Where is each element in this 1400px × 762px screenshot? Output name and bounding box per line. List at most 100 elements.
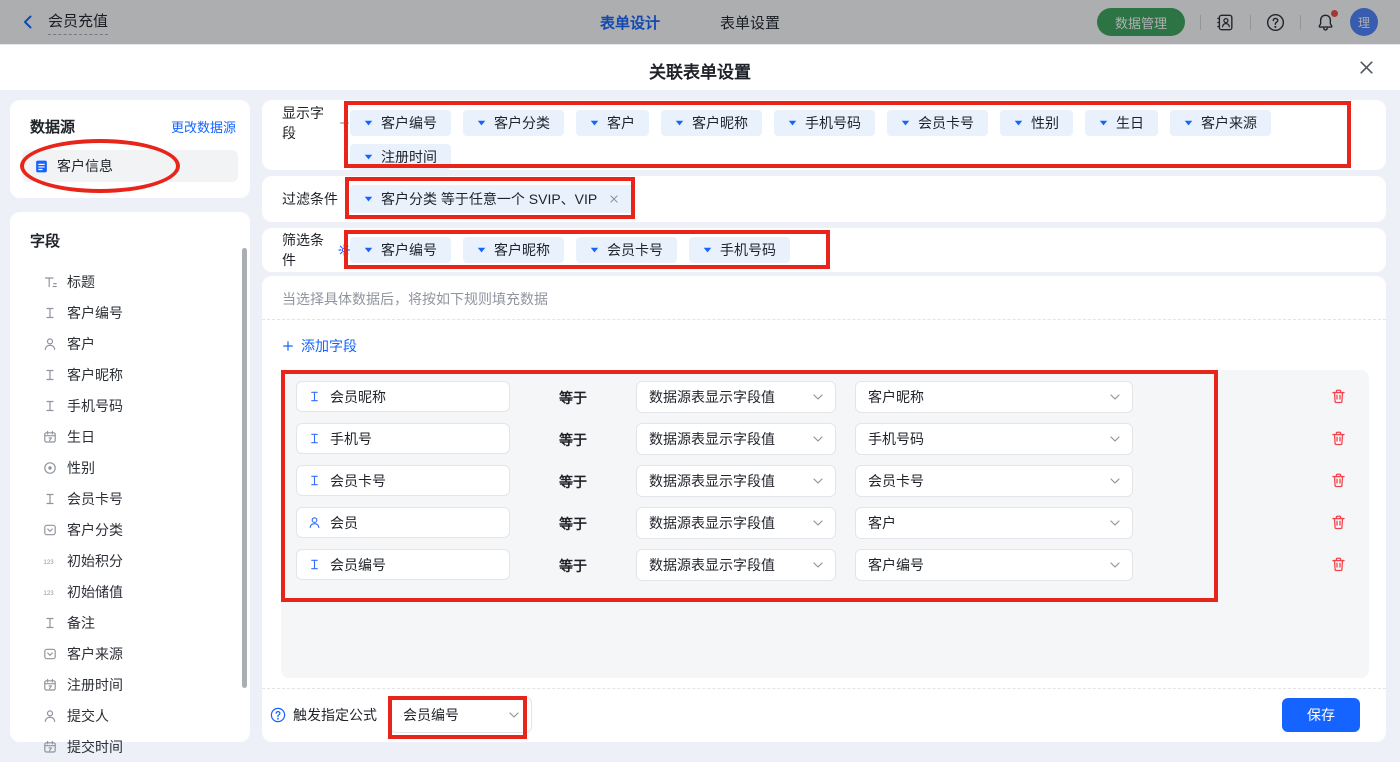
- screening-field-tag[interactable]: 手机号码: [689, 237, 790, 263]
- rule-target-value: 客户: [868, 513, 896, 533]
- trash-icon[interactable]: [1330, 514, 1347, 531]
- tag-label: 客户编号: [381, 240, 437, 260]
- title-icon: [43, 275, 57, 289]
- rule-target-select[interactable]: 客户: [855, 507, 1133, 539]
- display-field-tag[interactable]: 手机号码: [774, 110, 875, 136]
- rule-field-input[interactable]: 手机号: [296, 423, 510, 454]
- person-icon: [308, 516, 321, 529]
- field-list-item[interactable]: 手机号码: [10, 390, 250, 421]
- rule-field-value: 会员编号: [330, 555, 386, 575]
- close-icon[interactable]: [1358, 59, 1375, 76]
- filter-condition-tag[interactable]: 客户分类 等于任意一个 SVIP、VIP: [350, 185, 633, 213]
- tab-form-settings[interactable]: 表单设置: [720, 12, 780, 33]
- rule-target-value: 会员卡号: [868, 471, 924, 491]
- field-label: 注册时间: [67, 675, 123, 695]
- display-field-tag[interactable]: 客户: [576, 110, 649, 136]
- trigger-formula-value: 会员编号: [403, 705, 459, 725]
- rule-field-input[interactable]: 会员编号: [296, 549, 510, 580]
- add-field-link[interactable]: 添加字段: [282, 336, 357, 356]
- chevron-down-icon: [1110, 520, 1120, 526]
- remove-filter-icon[interactable]: [609, 194, 619, 204]
- chevron-down-icon: [813, 562, 823, 568]
- field-list-item[interactable]: 注册时间: [10, 669, 250, 700]
- rule-target-select[interactable]: 客户昵称: [855, 381, 1133, 413]
- rules-hint: 当选择具体数据后，将按如下规则填充数据: [282, 289, 548, 309]
- notification-button[interactable]: [1316, 13, 1335, 32]
- rule-row: 会员编号 等于 数据源表显示字段值 客户编号: [281, 549, 1369, 580]
- screening-field-tag[interactable]: 客户编号: [350, 237, 451, 263]
- rule-row: 会员 等于 数据源表显示字段值 客户: [281, 507, 1369, 538]
- formula-help-icon[interactable]: [270, 707, 286, 723]
- trash-icon[interactable]: [1330, 388, 1347, 405]
- add-display-field-icon[interactable]: [339, 117, 350, 129]
- rule-source-select[interactable]: 数据源表显示字段值: [636, 465, 836, 497]
- display-field-tag[interactable]: 客户昵称: [661, 110, 762, 136]
- field-list-item[interactable]: 123 初始积分: [10, 545, 250, 576]
- field-list-item[interactable]: 客户: [10, 328, 250, 359]
- text-icon: [43, 616, 57, 630]
- rule-field-input[interactable]: 会员卡号: [296, 465, 510, 496]
- field-list-item[interactable]: 性别: [10, 452, 250, 483]
- tag-label: 客户编号: [381, 113, 437, 133]
- rule-source-select[interactable]: 数据源表显示字段值: [636, 507, 836, 539]
- field-list-item[interactable]: 提交时间: [10, 731, 250, 762]
- field-list-item[interactable]: 会员卡号: [10, 483, 250, 514]
- chevron-down-icon: [813, 436, 823, 442]
- field-list-item[interactable]: 客户编号: [10, 297, 250, 328]
- screening-tags: 客户编号 客户昵称 会员卡号 手机号码: [350, 237, 1350, 263]
- field-list-item[interactable]: 123 初始储值: [10, 576, 250, 607]
- field-list-item[interactable]: 客户昵称: [10, 359, 250, 390]
- filter-condition-label: 过滤条件: [282, 189, 338, 209]
- display-field-tag[interactable]: 注册时间: [350, 144, 451, 170]
- display-field-tag[interactable]: 客户分类: [463, 110, 564, 136]
- select-icon: [43, 523, 57, 537]
- rule-source-select[interactable]: 数据源表显示字段值: [636, 423, 836, 455]
- trash-icon[interactable]: [1330, 556, 1347, 573]
- calendar-icon: [43, 430, 57, 444]
- tab-form-design[interactable]: 表单设计: [600, 12, 660, 33]
- svg-text:123: 123: [43, 589, 54, 596]
- rule-target-select[interactable]: 客户编号: [855, 549, 1133, 581]
- field-list-item[interactable]: 提交人: [10, 700, 250, 731]
- tag-label: 会员卡号: [918, 113, 974, 133]
- field-list-item[interactable]: 客户来源: [10, 638, 250, 669]
- rule-target-select[interactable]: 会员卡号: [855, 465, 1133, 497]
- rule-target-select[interactable]: 手机号码: [855, 423, 1133, 455]
- screening-condition-card: 筛选条件 客户编号 客户昵称 会员卡号 手机号码: [262, 228, 1386, 272]
- trash-icon[interactable]: [1330, 472, 1347, 489]
- rule-operator: 等于: [559, 472, 587, 492]
- trigger-formula-select[interactable]: 会员编号: [390, 697, 532, 733]
- display-field-tag[interactable]: 客户来源: [1170, 110, 1271, 136]
- rule-source-select[interactable]: 数据源表显示字段值: [636, 381, 836, 413]
- trash-icon[interactable]: [1330, 430, 1347, 447]
- rule-source-value: 数据源表显示字段值: [649, 555, 775, 575]
- datasource-title: 数据源: [30, 116, 75, 137]
- filter-condition-card: 过滤条件 客户分类 等于任意一个 SVIP、VIP: [262, 176, 1386, 222]
- field-list-item[interactable]: 标题: [10, 266, 250, 297]
- gear-icon[interactable]: [338, 243, 350, 257]
- rule-source-select[interactable]: 数据源表显示字段值: [636, 549, 836, 581]
- field-list-item[interactable]: 备注: [10, 607, 250, 638]
- screening-field-tag[interactable]: 客户昵称: [463, 237, 564, 263]
- datasource-item[interactable]: 客户信息: [22, 150, 238, 182]
- rule-field-input[interactable]: 会员昵称: [296, 381, 510, 412]
- display-field-tag[interactable]: 会员卡号: [887, 110, 988, 136]
- screening-field-tag[interactable]: 会员卡号: [576, 237, 677, 263]
- field-label: 生日: [67, 427, 95, 447]
- save-button[interactable]: 保存: [1282, 698, 1360, 732]
- change-datasource-link[interactable]: 更改数据源: [171, 117, 236, 136]
- fields-panel: 字段 标题 客户编号 客户 客户昵称 手机: [10, 212, 250, 742]
- tag-label: 手机号码: [720, 240, 776, 260]
- field-list-item[interactable]: 生日: [10, 421, 250, 452]
- fill-rules-card: 当选择具体数据后，将按如下规则填充数据 添加字段 会员昵称 等于 数据源表显示字…: [262, 276, 1386, 742]
- field-list: 标题 客户编号 客户 客户昵称 手机号码: [10, 266, 250, 762]
- rule-field-input[interactable]: 会员: [296, 507, 510, 538]
- scrollbar-thumb[interactable]: [242, 248, 247, 688]
- display-field-tag[interactable]: 客户编号: [350, 110, 451, 136]
- display-field-tag[interactable]: 生日: [1085, 110, 1158, 136]
- display-field-tag[interactable]: 性别: [1000, 110, 1073, 136]
- display-fields-label: 显示字段: [282, 103, 333, 143]
- field-list-item[interactable]: 客户分类: [10, 514, 250, 545]
- rule-target-value: 客户编号: [868, 555, 924, 575]
- tag-label: 客户昵称: [494, 240, 550, 260]
